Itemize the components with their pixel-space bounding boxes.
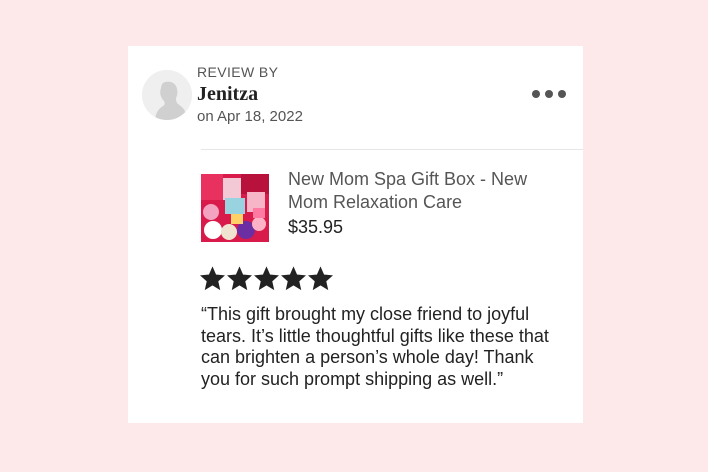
star-icon (200, 266, 225, 291)
star-icon (254, 266, 279, 291)
review-date: on Apr 18, 2022 (197, 108, 303, 125)
user-silhouette-icon (142, 70, 192, 120)
product-title-link[interactable]: New Mom Spa Gift Box - New Mom Relaxatio… (288, 168, 558, 214)
product-image (201, 174, 269, 242)
more-options-button[interactable] (532, 84, 566, 104)
star-icon (308, 266, 333, 291)
more-horizontal-icon-dot (532, 90, 540, 98)
more-horizontal-icon-dot (558, 90, 566, 98)
product-price: $35.95 (288, 217, 344, 237)
review-text: “This gift brought my close friend to jo… (201, 304, 549, 389)
star-icon (227, 266, 252, 291)
avatar (142, 70, 192, 120)
divider (201, 149, 583, 150)
star-rating (200, 266, 333, 294)
review-card: REVIEW BY Jenitza on Apr 18, 2022 New Mo… (128, 46, 583, 423)
more-horizontal-icon-dot (545, 90, 553, 98)
star-icon (281, 266, 306, 291)
review-by-label: REVIEW BY (197, 64, 279, 80)
reviewer-name: Jenitza (197, 83, 259, 105)
product-thumbnail[interactable] (201, 174, 269, 242)
